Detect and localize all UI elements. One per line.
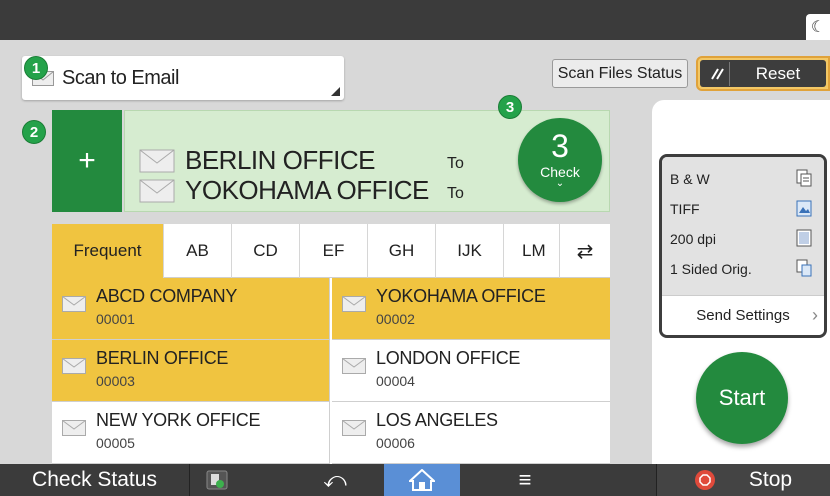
entry-name: ABCD COMPANY: [96, 286, 238, 306]
entry-number: 00002: [376, 311, 415, 327]
destination-name: BERLIN OFFICE: [185, 145, 375, 175]
envelope-icon: [342, 358, 366, 374]
destination-name: YOKOHAMA OFFICE: [185, 175, 429, 205]
list-item[interactable]: LOS ANGELES 00006: [332, 402, 610, 464]
reset-icon: [704, 61, 730, 86]
destination-row: BERLIN OFFICE: [139, 145, 375, 176]
tab-lm[interactable]: LM: [504, 224, 560, 278]
stop-label: Stop: [748, 468, 793, 491]
color-mode-value: B & W: [670, 171, 710, 187]
entry-name: NEW YORK OFFICE: [96, 410, 261, 430]
entry-name: LOS ANGELES: [376, 410, 498, 430]
destination-count: 3: [551, 128, 569, 164]
index-tabs: Frequent AB CD EF GH IJK LM ⇄: [52, 224, 610, 278]
original-sides-icon: [796, 259, 812, 277]
home-icon[interactable]: [384, 464, 460, 496]
resolution-icon: [796, 229, 812, 247]
swap-icon[interactable]: ⇄: [560, 224, 610, 278]
reset-button[interactable]: Reset: [696, 56, 830, 91]
list-item[interactable]: ABCD COMPANY 00001: [52, 278, 330, 340]
mode-label: Scan to Email: [62, 66, 179, 89]
list-item[interactable]: BERLIN OFFICE 00003: [52, 340, 330, 402]
file-type-value: TIFF: [670, 201, 700, 217]
back-icon[interactable]: ⤺: [300, 464, 370, 496]
list-item[interactable]: YOKOHAMA OFFICE 00002: [332, 278, 610, 340]
settings-summary: B & W TIFF 200 dpi 1 Sided Orig.: [662, 157, 824, 295]
moon-icon[interactable]: ☾: [806, 14, 830, 40]
entry-number: 00005: [96, 435, 135, 451]
address-book: Frequent AB CD EF GH IJK LM ⇄ ABCD COMPA…: [52, 224, 610, 464]
top-system-bar: ☾: [0, 0, 830, 40]
entry-number: 00003: [96, 373, 135, 389]
reset-label: Reset: [755, 63, 801, 83]
chevron-right-icon: ›: [812, 305, 818, 325]
entry-name: YOKOHAMA OFFICE: [376, 286, 546, 306]
start-button[interactable]: Start: [696, 352, 788, 444]
color-mode-icon: [796, 169, 812, 187]
check-status-button[interactable]: Check Status: [0, 464, 190, 496]
add-destination-button[interactable]: +: [52, 110, 122, 212]
tab-ef[interactable]: EF: [300, 224, 368, 278]
tab-ijk[interactable]: IJK: [436, 224, 504, 278]
menu-icon[interactable]: ≡: [490, 464, 560, 496]
scan-settings-panel[interactable]: B & W TIFF 200 dpi 1 Sided Orig. Send Se…: [659, 154, 827, 338]
envelope-icon: [342, 296, 366, 312]
tab-ab[interactable]: AB: [164, 224, 232, 278]
list-item[interactable]: LONDON OFFICE 00004: [332, 340, 610, 402]
badge-three: 3: [498, 95, 522, 119]
send-settings-label: Send Settings: [696, 307, 790, 324]
envelope-icon: [62, 296, 86, 312]
chevron-down-icon: ⌄: [555, 178, 565, 189]
dropdown-corner-icon: [331, 87, 340, 96]
job-status-icon[interactable]: [200, 464, 234, 496]
tab-frequent[interactable]: Frequent: [52, 224, 164, 278]
badge-one: 1: [24, 56, 48, 80]
badge-two: 2: [22, 120, 46, 144]
original-value: 1 Sided Orig.: [670, 261, 752, 277]
entry-number: 00001: [96, 311, 135, 327]
entry-name: LONDON OFFICE: [376, 348, 521, 368]
send-settings-button[interactable]: Send Settings ›: [662, 295, 824, 335]
stop-button[interactable]: Stop: [656, 464, 830, 496]
tab-cd[interactable]: CD: [232, 224, 300, 278]
envelope-icon: [342, 420, 366, 436]
scan-files-status-button[interactable]: Scan Files Status: [552, 59, 688, 88]
envelope-icon: [139, 179, 175, 203]
resolution-value: 200 dpi: [670, 231, 716, 247]
destination-field: To: [447, 155, 464, 172]
entry-number: 00006: [376, 435, 415, 451]
entry-number: 00004: [376, 373, 415, 389]
envelope-icon: [139, 149, 175, 173]
entry-name: BERLIN OFFICE: [96, 348, 229, 368]
list-item[interactable]: NEW YORK OFFICE 00005: [52, 402, 330, 464]
mode-selector[interactable]: Scan to Email: [22, 56, 344, 100]
destination-field: To: [447, 185, 464, 202]
envelope-icon: [62, 420, 86, 436]
check-destinations-button[interactable]: 3 Check ⌄: [518, 118, 602, 202]
file-type-icon: [796, 199, 812, 217]
bottom-bar: Check Status ⤺ ≡ Stop: [0, 464, 830, 496]
stop-icon: [694, 470, 715, 490]
tab-gh[interactable]: GH: [368, 224, 436, 278]
envelope-icon: [62, 358, 86, 374]
destination-row: YOKOHAMA OFFICE: [139, 175, 429, 206]
